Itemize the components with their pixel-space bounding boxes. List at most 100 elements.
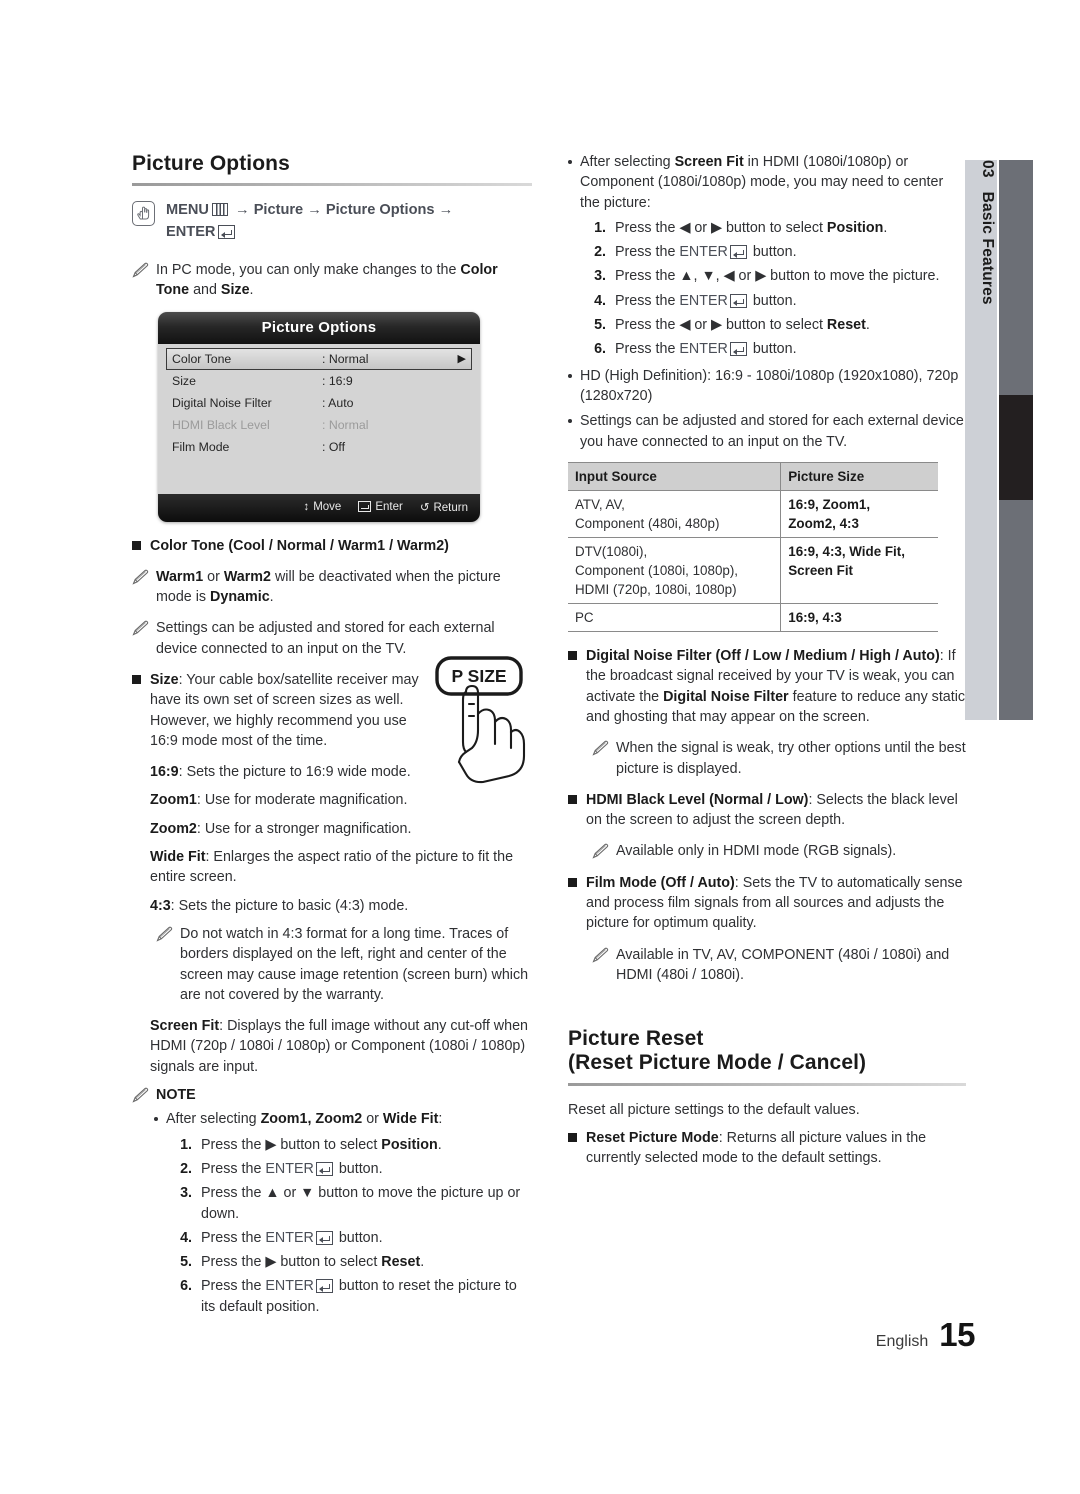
item-size-text: Size: Your cable box/satellite receiver … — [150, 670, 422, 751]
menu-path-arrows: → Picture → Picture Options → — [235, 202, 454, 219]
step-post: . — [865, 317, 870, 334]
step-pre: Press the ▶ button to select — [201, 1254, 382, 1271]
step-pre: Press the — [615, 244, 680, 261]
dot-bullet-icon — [568, 160, 572, 164]
note-heading-text: NOTE — [156, 1085, 532, 1105]
bullet-screen-fit: After selecting Screen Fit in HDMI (1080… — [568, 152, 966, 213]
enter-icon — [729, 245, 747, 260]
warm-note-t1: or — [203, 568, 224, 585]
square-bullet-icon — [568, 794, 577, 804]
p-size-remote-graphic: P SIZE — [425, 652, 533, 787]
step-number: 4. — [594, 292, 606, 309]
item-dnf-text: Digital Noise Filter (Off / Low / Medium… — [586, 646, 966, 727]
bullet-settings-stored: Settings can be adjusted and stored for … — [568, 411, 966, 452]
manual-page: 03 Basic Features Picture Options MENU →… — [0, 0, 1080, 1494]
note-title: NOTE — [156, 1087, 196, 1104]
cell-input-source: ATV, AV, Component (480i, 480p) — [568, 490, 781, 538]
step-text: Press the ◀ or ▶ button to select Positi… — [615, 218, 966, 238]
enter-word: ENTER — [265, 1229, 314, 1246]
hand-press-icon — [132, 201, 155, 227]
note-bullet-after-selecting: After selecting Zoom1, Zoom2 or Wide Fit… — [154, 1109, 532, 1129]
osd-row-film-mode[interactable]: Film Mode : Off — [166, 436, 472, 458]
sf-step-1: 1. Press the ◀ or ▶ button to select Posi… — [586, 218, 966, 238]
osd-hint-move: ↕ Move — [303, 501, 341, 513]
dot-bullet-icon — [568, 373, 572, 378]
step-post: button. — [748, 341, 797, 358]
step-number: 5. — [180, 1254, 192, 1271]
step-pre: Press the ▶ button to select — [201, 1136, 382, 1153]
note-step-6: 6. Press the ENTER button to reset the pi… — [172, 1276, 532, 1317]
menu-path: MENU → Picture → Picture Options → ENTER — [132, 200, 532, 244]
step-text: Press the ENTER button. — [615, 242, 966, 262]
mode-widefit-label: Wide Fit — [150, 849, 206, 866]
step-number: 1. — [180, 1136, 192, 1153]
mode-43-text: : Sets the picture to basic (4:3) mode. — [170, 897, 409, 914]
warm1-label: Warm1 — [156, 568, 204, 585]
enter-icon — [315, 1161, 333, 1176]
enter-word: ENTER — [679, 292, 728, 309]
size-mode-widefit: Wide Fit: Enlarges the aspect ratio of t… — [150, 847, 532, 888]
nb-b1: Zoom1, Zoom2 — [260, 1111, 363, 1128]
osd-key: Color Tone — [172, 351, 232, 366]
page-title: Picture Options — [132, 152, 290, 175]
step-pre: Press the ◀ or ▶ button to select — [615, 317, 827, 334]
osd-key: Digital Noise Filter — [172, 395, 272, 410]
hdmi-note-text: Available only in HDMI mode (RGB signals… — [616, 843, 897, 860]
step-text: Press the ENTER button. — [201, 1159, 532, 1179]
dnf-b2: Digital Noise Filter — [663, 688, 789, 705]
nb-t3: : — [438, 1111, 443, 1128]
mode-widefit-text: : Enlarges the aspect ratio of the pictu… — [150, 849, 514, 886]
enter-word: ENTER — [679, 244, 728, 261]
osd-row-digital-noise-filter[interactable]: Digital Noise Filter : Auto — [166, 392, 472, 414]
size-mode-169: 16:9: Sets the picture to 16:9 wide mode… — [150, 762, 422, 782]
table-row: DTV(1080i), Component (1080i, 1080p), HD… — [568, 537, 938, 605]
osd-menu-screenshot: Picture Options Color Tone : Normal ▶ Si… — [158, 311, 480, 522]
enter-word: ENTER — [166, 224, 216, 241]
step-number: 3. — [180, 1185, 192, 1202]
bullet-settings-text: Settings can be adjusted and stored for … — [580, 413, 964, 450]
nb-t2: or — [362, 1111, 383, 1128]
step-number: 6. — [594, 341, 606, 358]
osd-hint-move-label: Move — [313, 500, 342, 513]
pc-note-part3: . — [249, 282, 254, 299]
step-pre: Press the — [201, 1278, 266, 1295]
step-number: 6. — [180, 1278, 192, 1295]
item-color-tone: Color Tone (Cool / Normal / Warm1 / Warm… — [132, 536, 532, 556]
warm2-label: Warm2 — [223, 568, 271, 585]
osd-value: : 16:9 — [322, 373, 353, 388]
step-number: 2. — [180, 1160, 192, 1177]
picture-size-table: Input Source Picture Size ATV, AV, Compo… — [568, 461, 938, 633]
step-number: 3. — [594, 268, 606, 285]
square-bullet-icon — [568, 1132, 577, 1142]
step-pre: Press the ◀ or ▶ button to select — [615, 219, 827, 236]
cell-picture-size: 16:9, Zoom1, Zoom2, 4:3 — [780, 490, 938, 538]
pc-mode-note: In PC mode, you can only make changes to… — [132, 260, 532, 301]
nb-b2: Wide Fit — [382, 1111, 439, 1128]
note-step-4: 4. Press the ENTER button. — [172, 1228, 532, 1248]
osd-key: Film Mode — [172, 439, 230, 454]
reset-title-line1: Picture Reset — [568, 1027, 704, 1051]
enter-word: ENTER — [265, 1160, 314, 1177]
pencil-icon — [132, 1087, 149, 1103]
menu-path-text: MENU → Picture → Picture Options → ENTER — [166, 200, 453, 244]
step-text: Press the ENTER button. — [615, 291, 966, 311]
nb-t1: After selecting — [166, 1111, 261, 1128]
pencil-icon — [592, 843, 609, 860]
osd-hint-enter-label: Enter — [375, 500, 403, 513]
hdmi-note: Available only in HDMI mode (RGB signals… — [592, 841, 966, 861]
size-mode-zoom1: Zoom1: Use for moderate magnification. — [150, 790, 532, 810]
note-content: After selecting Zoom1, Zoom2 or Wide Fit… — [154, 1109, 532, 1317]
osd-row-size[interactable]: Size : 16:9 — [166, 370, 472, 392]
table-row: PC 16:9, 4:3 — [568, 603, 938, 633]
square-bullet-icon — [568, 651, 577, 661]
osd-hint-return: ↺ Return — [420, 500, 468, 514]
film-note-text: Available in TV, AV, COMPONENT (480i / 1… — [616, 946, 950, 983]
step-text: Press the ▲, ▼, ◀ or ▶ button to move th… — [615, 268, 940, 285]
item-color-tone-text: Color Tone (Cool / Normal / Warm1 / Warm… — [150, 536, 532, 556]
menu-word: MENU — [166, 202, 209, 219]
page-footer: English 15 — [876, 1316, 976, 1354]
side-tab-black-marker — [999, 395, 1033, 500]
osd-row-color-tone[interactable]: Color Tone : Normal ▶ — [166, 347, 472, 370]
sf-step-4: 4. Press the ENTER button. — [586, 291, 966, 311]
step-pre: Press the — [201, 1229, 266, 1246]
